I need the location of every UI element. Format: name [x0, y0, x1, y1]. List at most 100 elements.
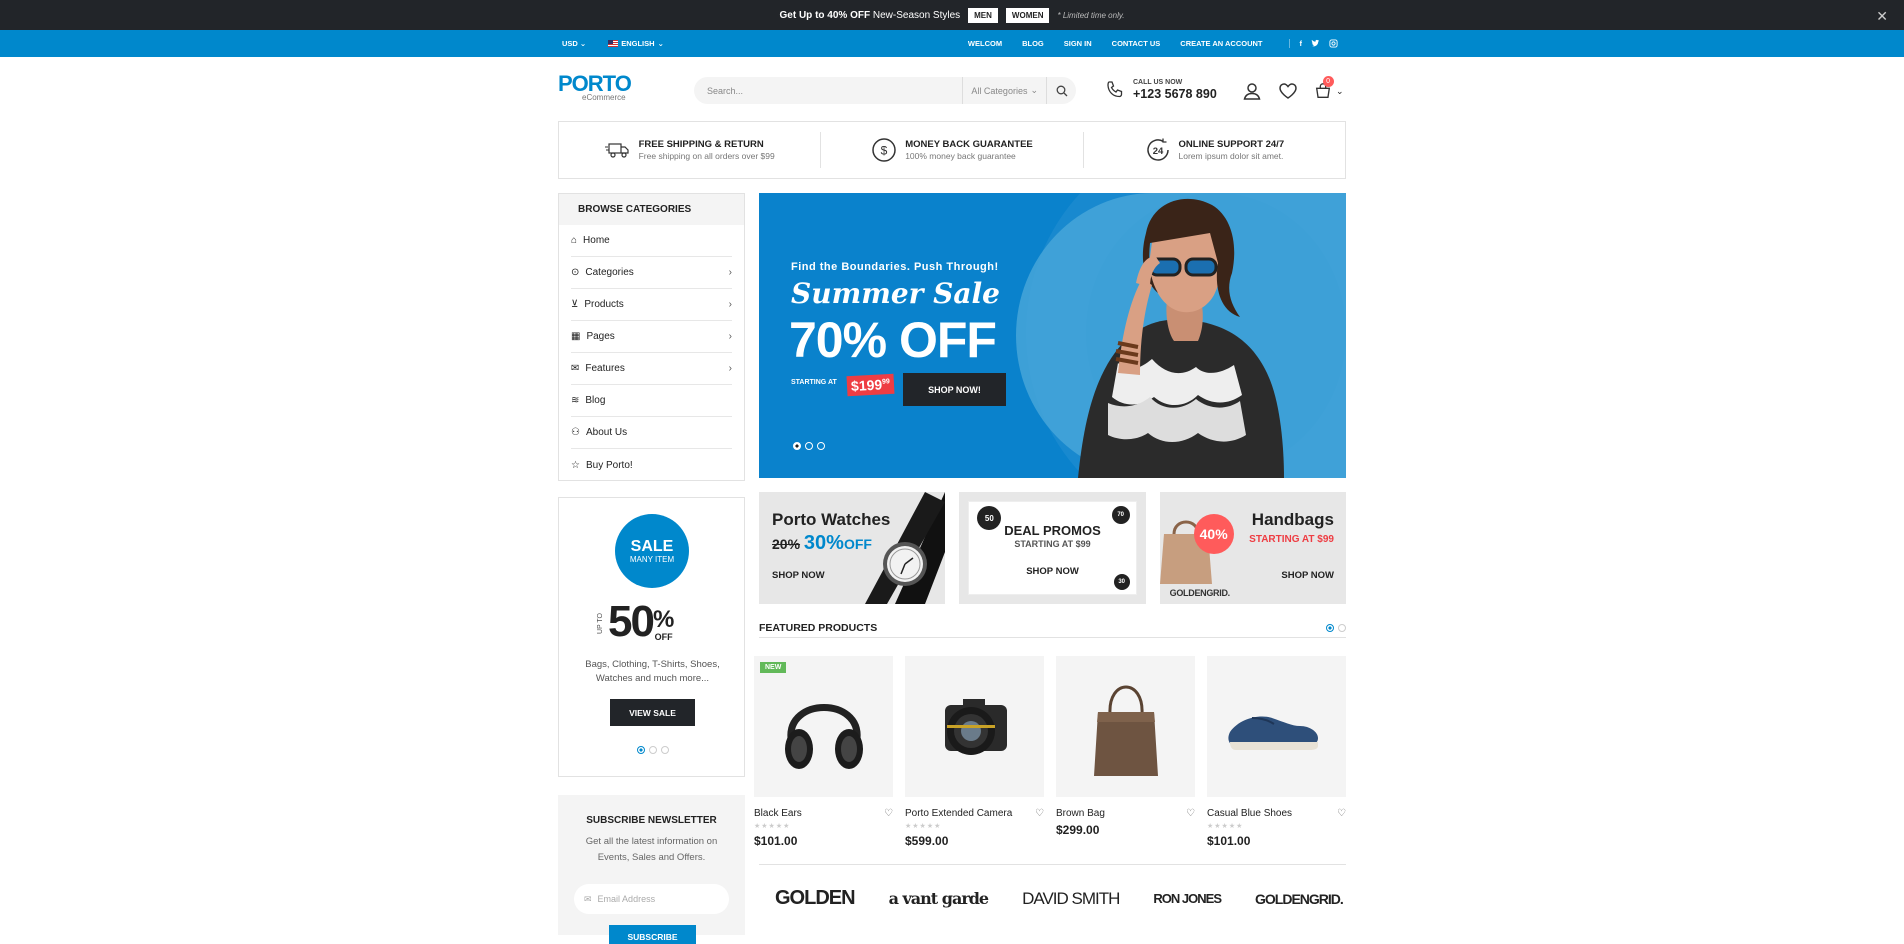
subscribe-button[interactable]: SUBSCRIBE [609, 925, 696, 944]
sidebar-item-features[interactable]: ✉ Features › [571, 353, 732, 385]
banner-subtitle: STARTING AT $99 [1014, 539, 1091, 549]
brand-logo[interactable]: a vant garde [889, 889, 990, 908]
sidebar-item-pages[interactable]: ▦ Pages › [571, 321, 732, 353]
tag-icon: ⊙ [571, 267, 580, 278]
product-image[interactable] [1207, 656, 1346, 797]
promo-banners: Porto Watches 20% 30%OFF SHOP NOW 50 70 … [759, 492, 1346, 604]
product-image[interactable] [1056, 656, 1195, 797]
product-card[interactable]: Casual Blue Shoes ♡ ★★★★★ $101.00 [1207, 656, 1346, 848]
wishlist-heart-icon[interactable]: ♡ [1035, 808, 1044, 819]
notice-post: New-Season Styles [872, 9, 961, 21]
carousel-dot[interactable] [637, 746, 645, 754]
twitter-icon[interactable] [1311, 39, 1320, 48]
view-sale-button[interactable]: VIEW SALE [610, 699, 695, 726]
brand-logo[interactable]: GOLDEN [775, 887, 856, 910]
carousel-dot[interactable] [649, 746, 657, 754]
instagram-icon[interactable] [1329, 39, 1338, 48]
product-card[interactable]: Porto Extended Camera ♡ ★★★★★ $599.00 [905, 656, 1044, 848]
chevron-down-icon: ⌄ [1030, 85, 1038, 95]
top-link-create-account[interactable]: CREATE AN ACCOUNT [1180, 39, 1262, 48]
sidebar-item-blog[interactable]: ≋ Blog [571, 385, 732, 417]
notice-men-button[interactable]: MEN [968, 7, 998, 23]
product-name[interactable]: Black Ears [754, 808, 802, 819]
hero-kicker: Find the Boundaries. Push Through! [791, 261, 999, 273]
top-link-welcome[interactable]: WELCOM [968, 39, 1002, 48]
sidebar-item-categories[interactable]: ⊙ Categories › [571, 257, 732, 289]
info-boxes: FREE SHIPPING & RETURN Free shipping on a… [558, 121, 1346, 179]
user-icon[interactable] [1242, 81, 1262, 101]
product-image[interactable]: NEW [754, 656, 893, 797]
banner-shop-now-link[interactable]: SHOP NOW [772, 570, 825, 581]
sidebar-item-about[interactable]: ⚇ About Us [571, 417, 732, 449]
phone-icon [1107, 81, 1123, 98]
product-card[interactable]: NEW Black Ears ♡ ★★★★★ $101.00 [754, 656, 893, 848]
top-link-sign-in[interactable]: SIGN IN [1064, 39, 1092, 48]
product-card[interactable]: Brown Bag ♡ $299.00 [1056, 656, 1195, 848]
wishlist-heart-icon[interactable]: ♡ [1337, 808, 1346, 819]
email-field[interactable]: ✉ Email Address [574, 884, 729, 914]
language-switcher[interactable]: ENGLISH ⌄ [608, 39, 664, 48]
product-rating: ★★★★★ [754, 823, 791, 830]
carousel-dot[interactable] [817, 442, 825, 450]
currency-switcher[interactable]: USD ⌄ [562, 39, 586, 48]
search-category-select[interactable]: All Categories ⌄ [962, 77, 1046, 104]
hero-title: Summer Sale [791, 277, 1000, 310]
sidebar-item-label: Blog [585, 395, 606, 406]
call-us[interactable]: CALL US NOW +123 5678 890 [1105, 79, 1217, 101]
sale-off: OFF [654, 632, 673, 642]
sidebar-item-label: Features [585, 363, 625, 374]
wishlist-heart-icon[interactable]: ♡ [1186, 808, 1195, 819]
product-rating: ★★★★★ [905, 823, 942, 830]
notice-small: * Limited time only. [1057, 10, 1125, 20]
carousel-dot[interactable] [1338, 624, 1346, 632]
discount-badge: 40% [1193, 514, 1234, 554]
flag-us-icon [608, 40, 619, 47]
top-link-contact[interactable]: CONTACT US [1112, 39, 1161, 48]
call-label: CALL US NOW [1133, 79, 1183, 86]
featured-products-header: FEATURED PRODUCTS [759, 622, 1346, 638]
notice-women-button[interactable]: WOMEN [1005, 7, 1050, 23]
banner-shop-now-link[interactable]: SHOP NOW [1281, 570, 1334, 581]
sidebar-item-buy[interactable]: ☆ Buy Porto! [571, 449, 732, 481]
search-input[interactable]: Search... [694, 86, 962, 96]
cart-button[interactable]: 0 ⌄ [1314, 76, 1344, 100]
support-24-icon: 24 [1146, 138, 1169, 161]
logo-text: PORTO [558, 71, 632, 96]
sidebar-item-products[interactable]: ⊻ Products › [571, 289, 732, 321]
newsletter-title: SUBSCRIBE NEWSLETTER [586, 815, 717, 826]
product-name[interactable]: Casual Blue Shoes [1207, 808, 1292, 819]
banner-shop-now-link[interactable]: SHOP NOW [959, 566, 1145, 577]
top-link-blog[interactable]: BLOG [1022, 39, 1044, 48]
cart-count-badge: 0 [1322, 76, 1334, 87]
close-icon[interactable]: ✕ [1876, 8, 1888, 25]
chevron-right-icon: › [728, 299, 732, 310]
search-icon [1056, 85, 1067, 96]
envelope-icon: ✉ [584, 893, 592, 904]
carousel-dot[interactable] [1326, 624, 1334, 632]
search-button[interactable] [1046, 77, 1076, 104]
logo[interactable]: PORTO eCommerce [558, 71, 632, 103]
carousel-dot[interactable] [805, 442, 813, 450]
shop-now-button[interactable]: SHOP NOW! [903, 373, 1006, 406]
brand-logo[interactable]: DAVID SMITH [1022, 889, 1120, 909]
product-image[interactable] [905, 656, 1044, 797]
section-title: FEATURED PRODUCTS [759, 622, 878, 634]
brand-logo[interactable]: RON JONES [1153, 891, 1222, 906]
carousel-dot[interactable] [793, 442, 801, 450]
facebook-icon[interactable]: f [1300, 39, 1303, 48]
sidebar-item-home[interactable]: ⌂ Home [571, 225, 732, 257]
banner-porto-watches[interactable]: Porto Watches 20% 30%OFF SHOP NOW [759, 492, 946, 604]
info-title: FREE SHIPPING & RETURN [638, 139, 764, 150]
email-placeholder: Email Address [597, 894, 656, 904]
product-name[interactable]: Porto Extended Camera [905, 808, 1012, 819]
carousel-dot[interactable] [661, 746, 669, 754]
hero-slider[interactable]: Find the Boundaries. Push Through! Summe… [759, 193, 1346, 478]
camera-icon [944, 698, 1007, 755]
banner-deal-promos[interactable]: 50 70 30 DEAL PROMOS STARTING AT $99 SHO… [959, 492, 1146, 604]
info-sub: 100% money back guarantee [905, 151, 1016, 161]
banner-handbags[interactable]: 40% GOLDENGRID. Handbags STARTING AT $99… [1159, 492, 1346, 604]
wishlist-heart-icon[interactable]: ♡ [884, 808, 893, 819]
brand-logo[interactable]: GOLDENGRID. [1255, 891, 1344, 907]
wishlist-heart-icon[interactable] [1278, 81, 1298, 101]
product-name[interactable]: Brown Bag [1056, 808, 1105, 819]
